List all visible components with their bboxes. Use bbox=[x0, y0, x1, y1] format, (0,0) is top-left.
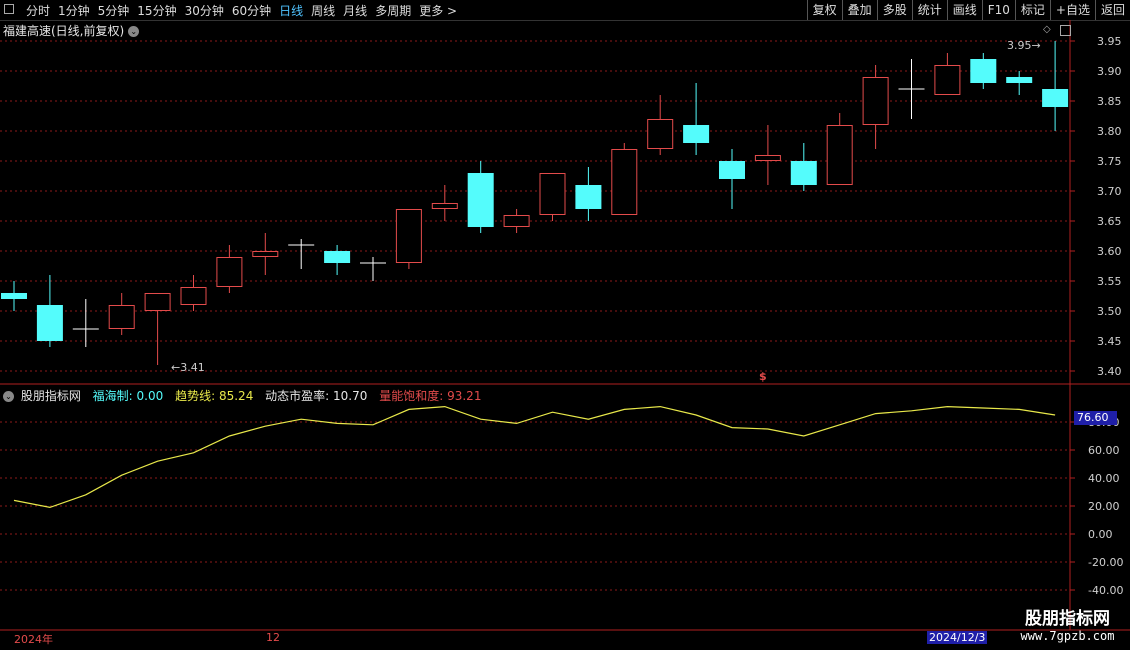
date-cursor-box: 2024/12/3 bbox=[927, 631, 988, 644]
dollar-marker: $ bbox=[759, 370, 767, 383]
candle-body bbox=[790, 161, 817, 185]
candle-body bbox=[862, 77, 889, 125]
ind-tick-label: 60.00 bbox=[1088, 444, 1120, 457]
ind-tick-label: -40.00 bbox=[1088, 584, 1123, 597]
main-tick-label: 3.60 bbox=[1097, 245, 1122, 258]
candle-body bbox=[1, 293, 27, 299]
candle-body bbox=[719, 161, 745, 179]
candle-body bbox=[36, 305, 63, 341]
main-tick-label: 3.45 bbox=[1097, 335, 1122, 348]
trend-readout: 趋势线: 85.24 bbox=[175, 389, 254, 403]
candle-body bbox=[144, 293, 171, 311]
watermark-title: 股朋指标网 bbox=[1025, 609, 1110, 629]
date-label-left: 2024年 bbox=[14, 633, 53, 646]
candle-body bbox=[611, 149, 638, 215]
candle-body bbox=[216, 257, 243, 287]
high-marker-label: 3.95→ bbox=[1007, 39, 1041, 52]
candle-body bbox=[108, 305, 135, 329]
main-tick-label: 3.90 bbox=[1097, 65, 1122, 78]
candle-body bbox=[539, 173, 566, 215]
diamond-icon[interactable]: ◇ bbox=[1043, 24, 1051, 35]
candle-body bbox=[575, 185, 602, 209]
candle-body bbox=[252, 251, 279, 257]
candle-body bbox=[431, 203, 458, 209]
main-tick-label: 3.80 bbox=[1097, 125, 1122, 138]
low-marker-label: ←3.41 bbox=[171, 361, 205, 374]
current-value-box: 76.60 bbox=[1074, 411, 1117, 425]
main-tick-label: 3.65 bbox=[1097, 215, 1122, 228]
candle-body bbox=[180, 287, 207, 305]
indicator-row: ⌄ 股朋指标网 福海制: 0.00 趋势线: 85.24 动态市盈率: 10.7… bbox=[3, 387, 489, 404]
indicator-name[interactable]: 股朋指标网 bbox=[21, 389, 81, 403]
main-tick-label: 3.70 bbox=[1097, 185, 1122, 198]
candle-body bbox=[1042, 89, 1069, 107]
watermark-url: www.7gpzb.com bbox=[1020, 629, 1115, 643]
main-tick-label: 3.85 bbox=[1097, 95, 1122, 108]
candle-body bbox=[754, 155, 781, 161]
ind-tick-label: 20.00 bbox=[1088, 500, 1120, 513]
candlestick-chart: 3.95 3.90 3.85 3.80 3.75 3.70 3.65 3.60 3.55 3.50… bbox=[0, 20, 1130, 631]
fuhai-readout: 福海制: 0.00 bbox=[92, 389, 164, 403]
candle-body bbox=[467, 173, 494, 227]
candle-body bbox=[395, 209, 422, 263]
main-tick-label: 3.50 bbox=[1097, 305, 1122, 318]
watermark: 股朋指标网 www.7gpzb.com bbox=[1005, 604, 1130, 643]
candle-body bbox=[826, 125, 853, 185]
candle-body bbox=[1006, 77, 1033, 83]
candle-body bbox=[503, 215, 530, 227]
candle-body bbox=[324, 251, 351, 263]
candle-body bbox=[683, 125, 710, 143]
date-label-mid: 12 bbox=[266, 631, 280, 644]
window-square-icon[interactable] bbox=[1060, 25, 1071, 36]
volume-readout: 量能饱和度: 93.21 bbox=[379, 389, 482, 403]
candle-body bbox=[970, 59, 997, 83]
candle-body bbox=[647, 119, 674, 149]
ind-tick-label: 40.00 bbox=[1088, 472, 1120, 485]
main-tick-label: 3.55 bbox=[1097, 275, 1122, 288]
ind-tick-label: -20.00 bbox=[1088, 556, 1123, 569]
main-tick-label: 3.75 bbox=[1097, 155, 1122, 168]
ind-tick-label: 0.00 bbox=[1088, 528, 1113, 541]
indicator-dropdown-icon[interactable]: ⌄ bbox=[3, 391, 14, 402]
candle-body bbox=[934, 65, 961, 95]
main-tick-label: 3.95 bbox=[1097, 35, 1122, 48]
main-tick-label: 3.40 bbox=[1097, 365, 1122, 378]
pe-readout: 动态市盈率: 10.70 bbox=[265, 389, 368, 403]
